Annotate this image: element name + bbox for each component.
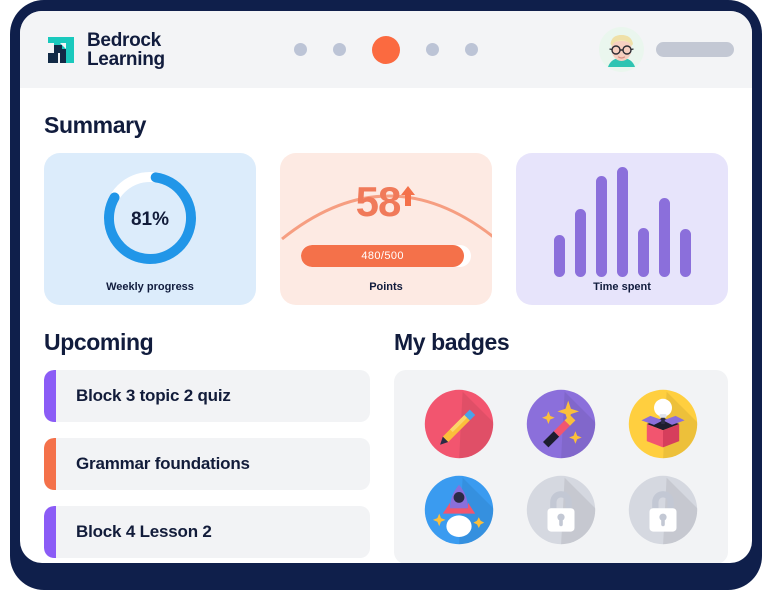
weekly-progress-card[interactable]: 81% Weekly progress xyxy=(44,153,256,305)
time-bar-5 xyxy=(637,227,649,277)
upcoming-list: Block 3 topic 2 quiz Grammar foundations B… xyxy=(44,370,370,558)
app-screen: Bedrock Learning Summary 81% Weekly prog… xyxy=(20,11,752,563)
points-value-group: 58 xyxy=(356,181,417,223)
badge-magic-wand[interactable] xyxy=(525,388,597,460)
lock-icon xyxy=(547,491,575,532)
time-bar-1 xyxy=(553,235,565,277)
upcoming-item-label: Block 3 topic 2 quiz xyxy=(76,386,231,405)
brand-line-1: Bedrock xyxy=(87,29,161,51)
time-bar-3 xyxy=(595,175,607,277)
bedrock-logo-icon xyxy=(48,36,74,63)
upcoming-section: Upcoming Block 3 topic 2 quiz Grammar fou… xyxy=(44,329,370,563)
upcoming-section-title: Upcoming xyxy=(44,329,154,355)
badges-section: My badges xyxy=(394,329,728,563)
badges-grid xyxy=(394,370,728,563)
time-spent-bar-chart xyxy=(553,167,691,277)
arrow-up-icon xyxy=(401,186,416,206)
badge-rocket[interactable] xyxy=(423,474,495,546)
weekly-progress-label: Weekly progress xyxy=(106,281,194,293)
lower-sections: Upcoming Block 3 topic 2 quiz Grammar fou… xyxy=(44,329,728,563)
badge-locked-2[interactable] xyxy=(627,474,699,546)
nav-dot-3-active[interactable] xyxy=(372,35,400,64)
time-bar-4 xyxy=(616,167,628,277)
dashboard-content: Summary 81% Weekly progress 58 480/500 P… xyxy=(20,112,752,563)
weekly-progress-value: 81% xyxy=(131,209,169,230)
upcoming-item-label: Grammar foundations xyxy=(76,454,250,473)
device-frame: Bedrock Learning Summary 81% Weekly prog… xyxy=(10,0,762,590)
summary-cards-row: 81% Weekly progress 58 480/500 Points Ti… xyxy=(44,153,728,305)
badge-pencil[interactable] xyxy=(423,388,495,460)
upcoming-item-accent xyxy=(44,438,56,490)
upcoming-item-accent xyxy=(44,506,56,558)
brand-logo[interactable]: Bedrock Learning xyxy=(44,31,165,69)
points-value: 58 xyxy=(355,178,402,225)
lock-icon xyxy=(649,491,677,532)
badge-locked-1[interactable] xyxy=(525,474,597,546)
time-spent-label: Time spent xyxy=(593,281,651,293)
user-name-placeholder[interactable] xyxy=(656,42,734,57)
upcoming-item-label: Block 4 Lesson 2 xyxy=(76,522,212,541)
points-progress-label: 480/500 xyxy=(361,250,404,262)
brand-line-2: Learning xyxy=(87,48,165,70)
badges-section-title: My badges xyxy=(394,329,510,355)
brand-name: Bedrock Learning xyxy=(87,31,165,69)
summary-section-title: Summary xyxy=(44,112,147,138)
time-spent-card[interactable]: Time spent xyxy=(516,153,728,305)
upcoming-item-accent xyxy=(44,370,56,422)
time-bar-6 xyxy=(658,197,670,277)
nav-dot-2[interactable] xyxy=(333,43,346,56)
nav-dot-1[interactable] xyxy=(294,43,307,56)
upcoming-item-3[interactable]: Block 4 Lesson 2 xyxy=(44,506,370,558)
nav-dot-4[interactable] xyxy=(426,43,439,56)
badge-idea-box[interactable] xyxy=(627,388,699,460)
nav-dot-5[interactable] xyxy=(465,43,478,56)
profile-area[interactable] xyxy=(599,27,734,72)
time-bar-7 xyxy=(679,228,691,277)
upcoming-item-2[interactable]: Grammar foundations xyxy=(44,438,370,490)
points-progress-fill: 480/500 xyxy=(301,245,465,267)
time-bar-2 xyxy=(574,208,586,277)
points-label: Points xyxy=(369,281,403,293)
points-card[interactable]: 58 480/500 Points xyxy=(280,153,492,305)
app-header: Bedrock Learning xyxy=(20,11,752,88)
points-progress-track: 480/500 xyxy=(301,245,471,267)
upcoming-item-1[interactable]: Block 3 topic 2 quiz xyxy=(44,370,370,422)
user-avatar-icon xyxy=(599,27,644,72)
weekly-progress-donut: 81% xyxy=(104,172,196,264)
